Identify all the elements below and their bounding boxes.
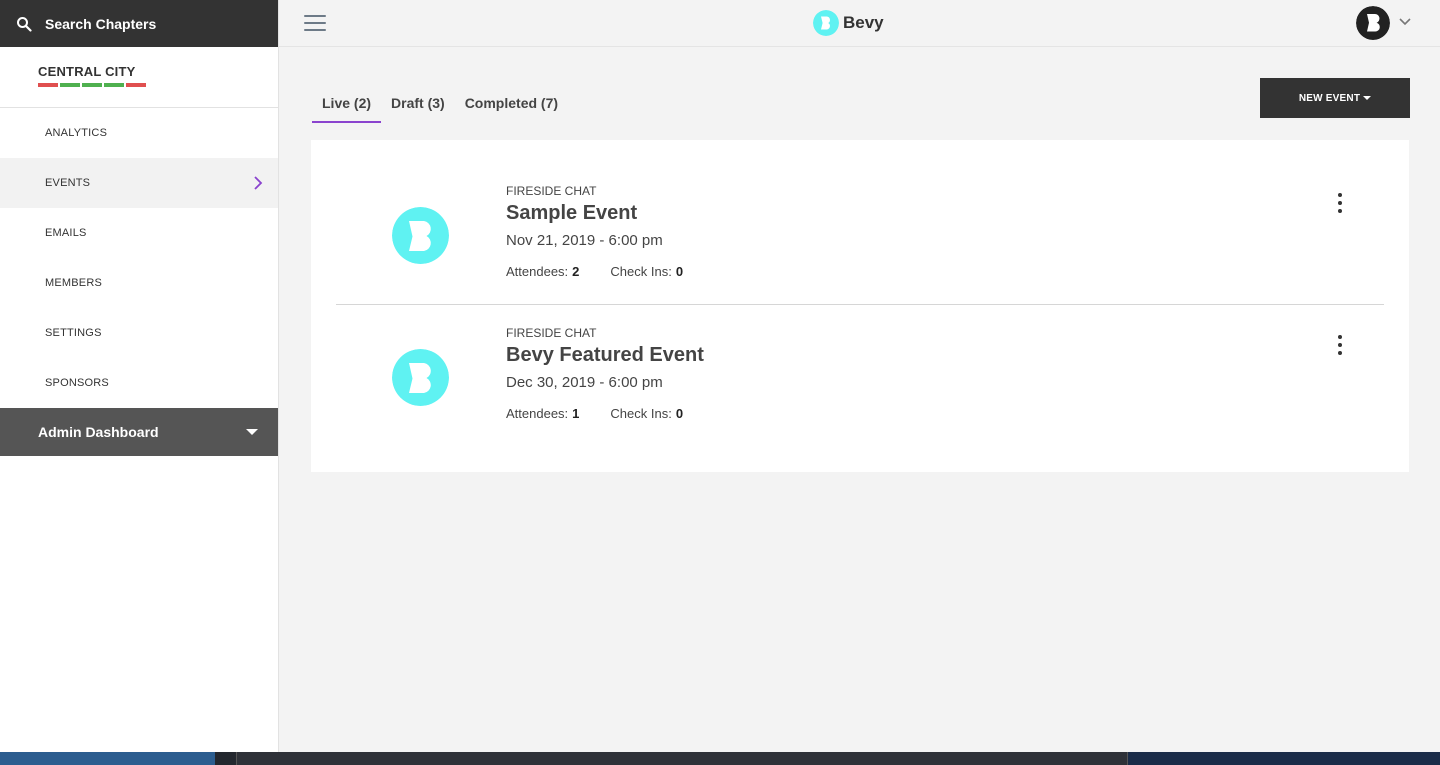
checkins-count: 0 (675, 406, 684, 421)
sidebar-item-label: SETTINGS (45, 327, 102, 339)
attendees-stat: Attendees: 2 (506, 264, 580, 279)
sidebar-nav: ANALYTICS EVENTS EMAILS MEMBERS SETTINGS… (0, 108, 278, 408)
new-event-button[interactable]: NEW EVENT (1260, 78, 1410, 118)
user-avatar[interactable] (1356, 6, 1390, 40)
sidebar-item-settings[interactable]: SETTINGS (0, 308, 278, 358)
sidebar-item-members[interactable]: MEMBERS (0, 258, 278, 308)
chapter-bar (126, 83, 146, 87)
sidebar-item-label: SPONSORS (45, 377, 109, 389)
chapter-bar (60, 83, 80, 87)
brand-logo-link[interactable]: Bevy (813, 10, 884, 36)
chevron-down-icon[interactable] (1399, 17, 1411, 27)
tab-completed[interactable]: Completed (7) (455, 86, 568, 123)
admin-dashboard-toggle[interactable]: Admin Dashboard (0, 408, 278, 456)
event-logo-icon (392, 207, 449, 264)
event-row[interactable]: FIRESIDE CHAT Bevy Featured Event Dec 30… (336, 306, 1384, 447)
events-list: FIRESIDE CHAT Sample Event Nov 21, 2019 … (311, 140, 1409, 472)
caret-down-icon (246, 429, 258, 435)
background-panel-left (0, 752, 215, 765)
background-panel-right (1128, 752, 1440, 765)
chapter-bar (104, 83, 124, 87)
app-window: Search Chapters CENTRAL CITY ANALYTICS E… (0, 0, 1440, 752)
top-bar: Bevy (279, 0, 1440, 47)
search-icon (17, 16, 32, 32)
checkins-count: 0 (675, 264, 684, 279)
event-date: Dec 30, 2019 - 6:00 pm (506, 374, 663, 391)
search-chapters-button[interactable]: Search Chapters (0, 0, 278, 47)
event-type: FIRESIDE CHAT (506, 326, 597, 340)
hamburger-menu-icon[interactable] (304, 15, 326, 31)
more-options-icon[interactable] (1334, 335, 1346, 355)
checkins-stat: Check Ins: 0 (610, 264, 684, 279)
caret-down-icon (1363, 96, 1372, 100)
event-status-tabs: Live (2) Draft (3) Completed (7) (312, 86, 568, 123)
sidebar-item-label: ANALYTICS (45, 127, 108, 139)
sidebar-item-events[interactable]: EVENTS (0, 158, 278, 208)
event-title[interactable]: Bevy Featured Event (506, 344, 704, 367)
event-date: Nov 21, 2019 - 6:00 pm (506, 232, 663, 249)
new-event-label: NEW EVENT (1298, 92, 1361, 104)
event-logo-icon (392, 349, 449, 406)
attendees-stat: Attendees: 1 (506, 406, 580, 421)
sidebar-item-label: EMAILS (45, 227, 87, 239)
event-stats: Attendees: 1 Check Ins: 0 (506, 406, 683, 421)
chapter-bar (82, 83, 102, 87)
chapter-header[interactable]: CENTRAL CITY (0, 47, 278, 108)
sidebar-item-label: MEMBERS (45, 277, 103, 289)
background-panel-middle (236, 752, 1128, 765)
chevron-right-icon (254, 176, 263, 190)
event-stats: Attendees: 2 Check Ins: 0 (506, 264, 683, 279)
tab-live[interactable]: Live (2) (312, 86, 382, 123)
bevy-logo-icon (813, 10, 839, 36)
admin-dashboard-label: Admin Dashboard (38, 424, 159, 440)
brand-name: Bevy (843, 13, 884, 32)
checkins-stat: Check Ins: 0 (610, 406, 684, 421)
attendees-count: 2 (572, 264, 580, 279)
chapter-name: CENTRAL CITY (38, 64, 136, 79)
sidebar-item-analytics[interactable]: ANALYTICS (0, 108, 278, 158)
event-type: FIRESIDE CHAT (506, 184, 597, 198)
sidebar: Search Chapters CENTRAL CITY ANALYTICS E… (0, 0, 279, 752)
search-chapters-label: Search Chapters (45, 15, 157, 32)
sidebar-item-sponsors[interactable]: SPONSORS (0, 358, 278, 408)
more-options-icon[interactable] (1334, 193, 1346, 213)
chapter-color-bars (38, 83, 278, 87)
chapter-bar (38, 83, 58, 87)
event-title[interactable]: Sample Event (506, 202, 637, 225)
sidebar-item-emails[interactable]: EMAILS (0, 208, 278, 258)
sidebar-item-label: EVENTS (45, 177, 91, 189)
event-row[interactable]: FIRESIDE CHAT Sample Event Nov 21, 2019 … (336, 164, 1384, 305)
tab-draft[interactable]: Draft (3) (381, 86, 455, 123)
attendees-count: 1 (572, 406, 580, 421)
background-window-strip (0, 752, 1440, 765)
